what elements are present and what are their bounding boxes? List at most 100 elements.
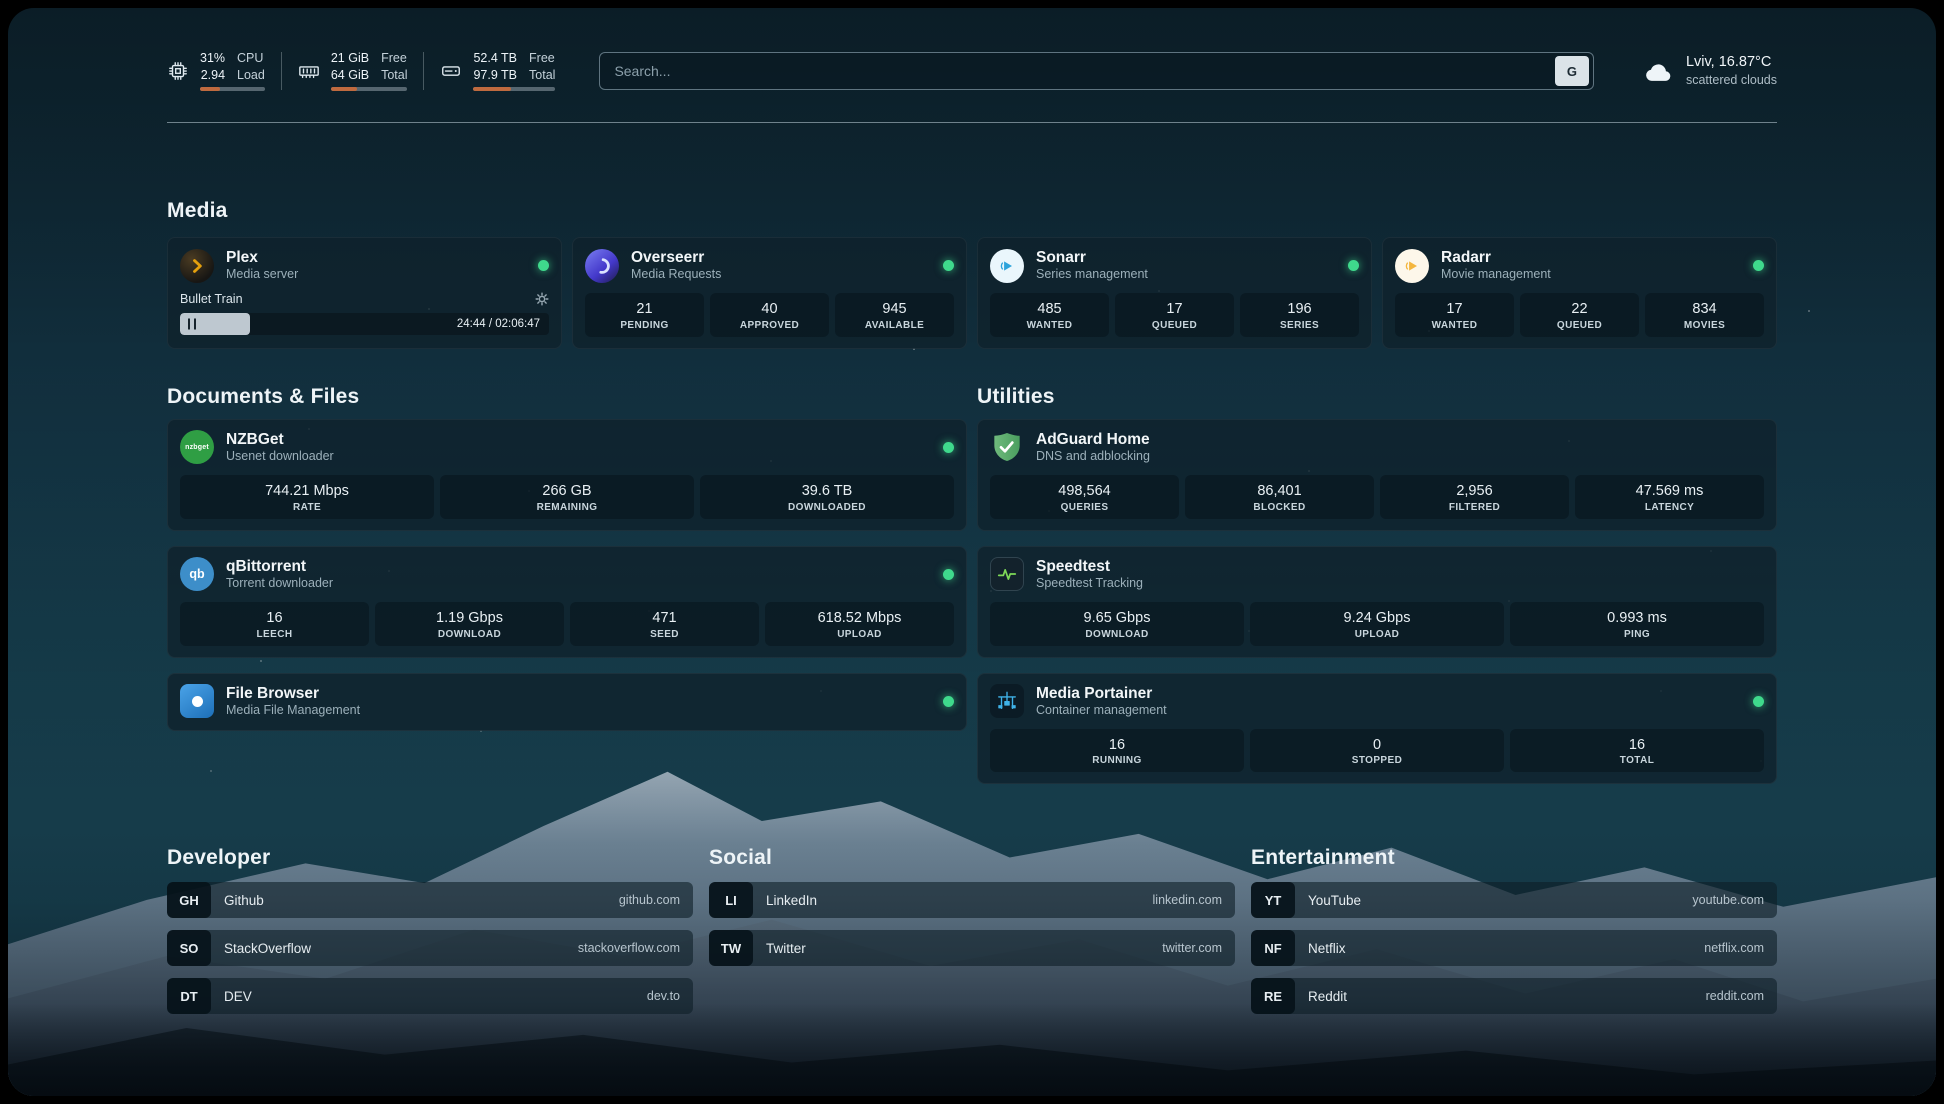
plex-card[interactable]: Plex Media server Bullet Train — [167, 237, 562, 349]
bookmark-youtube[interactable]: YT YouTube youtube.com — [1251, 882, 1777, 918]
sonarr-card[interactable]: Sonarr Series management 485 WANTED 17 Q… — [977, 237, 1372, 349]
nzbget-name: NZBGet — [226, 430, 334, 449]
entertainment-section-title: Entertainment — [1251, 846, 1777, 870]
stat-label: PENDING — [589, 320, 700, 331]
qbittorrent-stat-download: 1.19 Gbps DOWNLOAD — [375, 602, 564, 646]
memory-total-value: 64 GiB — [331, 68, 369, 84]
qbittorrent-card[interactable]: qb qBittorrent Torrent downloader 16 — [167, 546, 967, 658]
stat-value: 39.6 TB — [704, 482, 950, 501]
adguard-stat-filtered: 2,956 FILTERED — [1380, 475, 1569, 519]
bookmark-domain: netflix.com — [1704, 941, 1764, 955]
bookmark-name: Twitter — [766, 941, 806, 956]
disk-total-value: 97.9 TB — [473, 68, 517, 84]
stat-value: 9.65 Gbps — [994, 609, 1240, 628]
qbittorrent-stat-upload: 618.52 Mbps UPLOAD — [765, 602, 954, 646]
stat-value: 471 — [574, 609, 755, 628]
cpu-usage-value: 31% — [200, 51, 225, 67]
dashboard-window: 31% CPU 2.94 Load — [8, 8, 1936, 1096]
sonarr-description: Series management — [1036, 267, 1148, 283]
bookmark-github[interactable]: GH Github github.com — [167, 882, 693, 918]
utilities-section: Utilities — [977, 385, 1777, 785]
memory-usage-bar-fill — [331, 87, 357, 91]
stat-label: SERIES — [1244, 320, 1355, 331]
search-provider-button[interactable]: G — [1555, 56, 1589, 86]
qbittorrent-icon: qb — [180, 557, 214, 591]
qbittorrent-icon-text: qb — [189, 567, 204, 581]
portainer-card[interactable]: Media Portainer Container management 16 … — [977, 673, 1777, 785]
bookmark-domain: dev.to — [647, 989, 680, 1003]
adguard-card[interactable]: AdGuard Home DNS and adblocking 498,564 … — [977, 419, 1777, 531]
disk-free-label: Free — [529, 51, 555, 67]
portainer-stat-total: 16 TOTAL — [1510, 729, 1764, 773]
search-input[interactable] — [600, 53, 1555, 89]
stat-label: WANTED — [994, 320, 1105, 331]
speedtest-name: Speedtest — [1036, 557, 1143, 576]
weather-widget: Lviv, 16.87°C scattered clouds — [1642, 53, 1777, 88]
stat-value: 1.19 Gbps — [379, 609, 560, 628]
radarr-description: Movie management — [1441, 267, 1551, 283]
documents-section-title: Documents & Files — [167, 385, 967, 409]
pause-button-icon[interactable] — [188, 319, 196, 330]
radarr-stat-queued: 22 QUEUED — [1520, 293, 1639, 337]
stat-value: 196 — [1244, 300, 1355, 319]
adguard-stat-queries: 498,564 QUERIES — [990, 475, 1179, 519]
radarr-card[interactable]: Radarr Movie management 17 WANTED 22 QUE… — [1382, 237, 1777, 349]
disk-widget: 52.4 TB Free 97.9 TB Total — [440, 51, 555, 91]
memory-usage-bar — [331, 87, 408, 91]
dev-abbr-badge: DT — [167, 978, 211, 1014]
bookmark-domain: github.com — [619, 893, 680, 907]
adguard-name: AdGuard Home — [1036, 430, 1150, 449]
stat-label: LATENCY — [1579, 502, 1760, 513]
stat-value: 17 — [1119, 300, 1230, 319]
qbittorrent-stat-seed: 471 SEED — [570, 602, 759, 646]
bookmark-netflix[interactable]: NF Netflix netflix.com — [1251, 930, 1777, 966]
disk-total-label: Total — [529, 68, 555, 84]
nzbget-card[interactable]: nzbget NZBGet Usenet downloader 744.21 M… — [167, 419, 967, 531]
overseerr-card[interactable]: Overseerr Media Requests 21 PENDING 40 A… — [572, 237, 967, 349]
top-bar: 31% CPU 2.94 Load — [167, 42, 1777, 100]
social-section-title: Social — [709, 846, 1235, 870]
plex-icon — [180, 249, 214, 283]
speedtest-stat-download: 9.65 Gbps DOWNLOAD — [990, 602, 1244, 646]
stat-value: 0.993 ms — [1514, 609, 1760, 628]
radarr-stat-wanted: 17 WANTED — [1395, 293, 1514, 337]
bookmark-name: Netflix — [1308, 941, 1346, 956]
portainer-stat-running: 16 RUNNING — [990, 729, 1244, 773]
speedtest-description: Speedtest Tracking — [1036, 576, 1143, 592]
disk-free-value: 52.4 TB — [473, 51, 517, 67]
bookmark-domain: reddit.com — [1706, 989, 1764, 1003]
bookmark-linkedin[interactable]: LI LinkedIn linkedin.com — [709, 882, 1235, 918]
filebrowser-description: Media File Management — [226, 703, 360, 719]
stat-label: DOWNLOAD — [994, 629, 1240, 640]
stat-value: 22 — [1524, 300, 1635, 319]
stat-value: 834 — [1649, 300, 1760, 319]
nzbget-status-dot — [943, 442, 954, 453]
stat-label: APPROVED — [714, 320, 825, 331]
speedtest-icon — [990, 557, 1024, 591]
speedtest-card[interactable]: Speedtest Speedtest Tracking 9.65 Gbps D… — [977, 546, 1777, 658]
portainer-name: Media Portainer — [1036, 684, 1167, 703]
stat-label: STOPPED — [1254, 755, 1500, 766]
portainer-description: Container management — [1036, 703, 1167, 719]
bookmark-name: YouTube — [1308, 893, 1361, 908]
adguard-shield-icon — [990, 430, 1024, 464]
filebrowser-card[interactable]: File Browser Media File Management — [167, 673, 967, 731]
stat-value: 16 — [1514, 736, 1760, 755]
stat-value: 40 — [714, 300, 825, 319]
bookmark-reddit[interactable]: RE Reddit reddit.com — [1251, 978, 1777, 1014]
now-playing-settings-gear-icon[interactable] — [535, 292, 549, 306]
bookmark-twitter[interactable]: TW Twitter twitter.com — [709, 930, 1235, 966]
bookmark-dev[interactable]: DT DEV dev.to — [167, 978, 693, 1014]
bookmark-name: Github — [224, 893, 264, 908]
radarr-status-dot — [1753, 260, 1764, 271]
nzbget-icon: nzbget — [180, 430, 214, 464]
cpu-load-value: 2.94 — [200, 68, 225, 84]
nzbget-stat-rate: 744.21 Mbps RATE — [180, 475, 434, 519]
stat-label: UPLOAD — [769, 629, 950, 640]
bookmark-domain: stackoverflow.com — [578, 941, 680, 955]
stat-label: SEED — [574, 629, 755, 640]
portainer-crane-icon — [990, 684, 1024, 718]
filebrowser-name: File Browser — [226, 684, 360, 703]
stat-value: 2,956 — [1384, 482, 1565, 501]
bookmark-stackoverflow[interactable]: SO StackOverflow stackoverflow.com — [167, 930, 693, 966]
